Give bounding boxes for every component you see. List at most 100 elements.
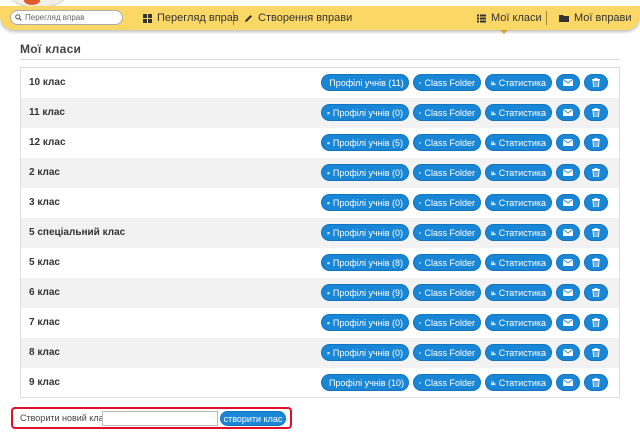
class-name: 9 клас [29,377,60,388]
nav-browse-label: Перегляд вправ [157,12,239,24]
statistics-button[interactable]: Статистика [485,194,552,211]
nav-exercises-label: Мої вправи [574,12,632,24]
delete-class-button[interactable] [584,164,608,181]
folder-open-icon [419,291,422,294]
class-folder-label: Class Folder [424,137,475,148]
bar-chart-icon [491,170,496,175]
statistics-button[interactable]: Статистика [485,314,552,331]
class-folder-button[interactable]: Class Folder [413,224,481,241]
pencil-icon [245,14,252,22]
class-folder-label: Class Folder [424,257,475,268]
nav-browse-exercises[interactable]: Перегляд вправ [143,6,239,30]
class-folder-button[interactable]: Class Folder [413,164,481,181]
email-button[interactable] [556,74,580,91]
folder-open-icon [419,321,422,324]
statistics-button[interactable]: Статистика [485,134,552,151]
delete-class-button[interactable] [584,254,608,271]
email-button[interactable] [556,344,580,361]
search-input[interactable] [25,11,120,24]
class-folder-button[interactable]: Class Folder [413,134,481,151]
email-button[interactable] [556,164,580,181]
delete-class-button[interactable] [584,74,608,91]
delete-class-button[interactable] [584,224,608,241]
nav-classes-label: Мої класи [491,12,542,24]
student-profiles-button[interactable]: Профілі учнів (0) [321,344,409,361]
class-folder-button[interactable]: Class Folder [413,104,481,121]
class-table: 10 клас Профілі учнів (11) Class Folder … [20,67,620,398]
nav-create-exercise[interactable]: Створення вправи [244,6,352,30]
nav-my-exercises[interactable]: Мої вправи [559,6,632,30]
student-profiles-button[interactable]: Профілі учнів (0) [321,224,409,241]
statistics-button[interactable]: Статистика [485,104,552,121]
class-folder-button[interactable]: Class Folder [413,314,481,331]
student-profiles-button[interactable]: Профілі учнів (0) [321,314,409,331]
student-profiles-label: Профілі учнів (11) [329,77,404,88]
delete-class-button[interactable] [584,344,608,361]
class-name: 5 спеціальний клас [29,227,126,238]
create-class-button[interactable]: створити клас [220,411,286,426]
statistics-button[interactable]: Статистика [485,374,552,391]
statistics-label: Статистика [498,137,546,148]
search-box[interactable] [10,10,123,25]
statistics-button[interactable]: Статистика [485,74,552,91]
bar-chart-icon [491,380,496,385]
delete-class-button[interactable] [584,374,608,391]
trash-icon [592,108,600,117]
envelope-icon [563,289,573,296]
list-icon [477,14,486,22]
class-folder-button[interactable]: Class Folder [413,74,481,91]
student-profiles-button[interactable]: Профілі учнів (0) [321,194,409,211]
row-actions: Профілі учнів (8) Class Folder Статистик… [321,254,608,271]
statistics-label: Статистика [498,107,546,118]
trash-icon [592,198,600,207]
email-button[interactable] [556,314,580,331]
delete-class-button[interactable] [584,314,608,331]
new-class-input[interactable] [102,411,218,426]
student-profiles-button[interactable]: Профілі учнів (5) [321,134,409,151]
statistics-button[interactable]: Статистика [485,224,552,241]
statistics-button[interactable]: Статистика [485,164,552,181]
student-profiles-button[interactable]: Профілі учнів (11) [321,74,409,91]
class-folder-button[interactable]: Class Folder [413,374,481,391]
trash-icon [592,348,600,357]
row-actions: Профілі учнів (5) Class Folder Статистик… [321,134,608,151]
class-folder-button[interactable]: Class Folder [413,254,481,271]
email-button[interactable] [556,254,580,271]
class-name: 8 клас [29,347,60,358]
trash-icon [592,138,600,147]
class-folder-label: Class Folder [424,197,475,208]
delete-class-button[interactable] [584,284,608,301]
student-profiles-button[interactable]: Профілі учнів (10) [321,374,409,391]
email-button[interactable] [556,224,580,241]
delete-class-button[interactable] [584,134,608,151]
class-folder-label: Class Folder [424,347,475,358]
users-icon [327,291,330,294]
class-folder-button[interactable]: Class Folder [413,284,481,301]
email-button[interactable] [556,374,580,391]
email-button[interactable] [556,104,580,121]
email-button[interactable] [556,134,580,151]
users-icon [327,231,330,234]
statistics-button[interactable]: Статистика [485,254,552,271]
trash-icon [592,378,600,387]
student-profiles-button[interactable]: Профілі учнів (0) [321,104,409,121]
delete-class-button[interactable] [584,194,608,211]
student-profiles-label: Профілі учнів (0) [332,347,403,358]
email-button[interactable] [556,284,580,301]
delete-class-button[interactable] [584,104,608,121]
email-button[interactable] [556,194,580,211]
statistics-button[interactable]: Статистика [485,284,552,301]
class-folder-button[interactable]: Class Folder [413,344,481,361]
new-class-label: Створити новий клас: [20,413,111,423]
folder-open-icon [419,111,422,114]
row-actions: Профілі учнів (9) Class Folder Статистик… [321,284,608,301]
class-name: 11 клас [29,107,65,118]
student-profiles-button[interactable]: Профілі учнів (0) [321,164,409,181]
statistics-button[interactable]: Статистика [485,344,552,361]
student-profiles-button[interactable]: Профілі учнів (9) [321,284,409,301]
class-row: 9 клас Профілі учнів (10) Class Folder С… [21,368,619,398]
class-folder-button[interactable]: Class Folder [413,194,481,211]
student-profiles-button[interactable]: Профілі учнів (8) [321,254,409,271]
folder-open-icon [419,261,422,264]
nav-my-classes[interactable]: Мої класи [477,6,542,30]
